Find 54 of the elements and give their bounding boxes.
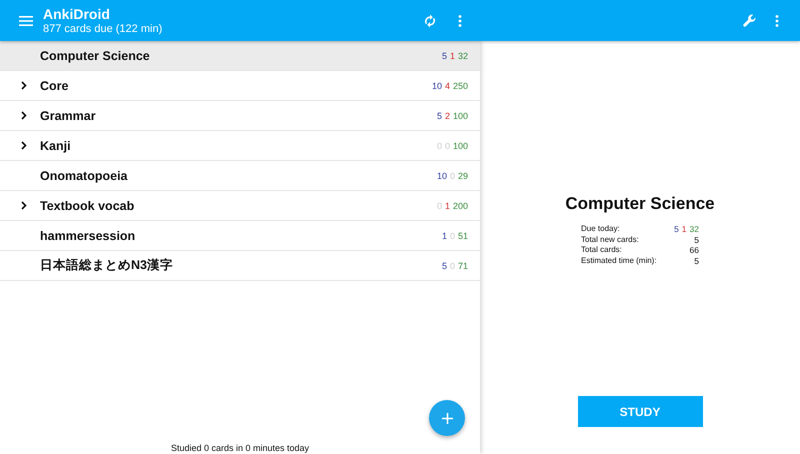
due-count: 10 bbox=[432, 80, 442, 90]
chevron-icon[interactable] bbox=[21, 201, 27, 210]
more-options-icon[interactable] bbox=[458, 14, 462, 26]
due-count: 5 bbox=[442, 50, 447, 60]
chevron-icon[interactable] bbox=[21, 141, 27, 150]
due-count: 1 bbox=[444, 200, 450, 210]
add-button[interactable] bbox=[429, 400, 465, 436]
chevron-icon[interactable] bbox=[21, 81, 27, 90]
menu-icon[interactable] bbox=[19, 14, 33, 26]
due-count: 2 bbox=[444, 110, 450, 120]
plus-icon[interactable] bbox=[442, 412, 452, 424]
due-count: 200 bbox=[452, 200, 468, 210]
deck-name: Textbook vocab bbox=[40, 198, 136, 212]
deck-name: hammersession bbox=[40, 228, 136, 242]
due-count: 1 bbox=[450, 50, 455, 60]
study-status-text: Studied 0 cards in 0 minutes today bbox=[170, 443, 310, 453]
stat-label: Due today: bbox=[581, 224, 621, 234]
due-count: 32 bbox=[690, 224, 699, 234]
app-title: AnkiDroid bbox=[43, 6, 111, 22]
due-count: 5 bbox=[674, 224, 679, 234]
stat-value: 5 bbox=[693, 234, 699, 245]
stat-label: Estimated time (min): bbox=[581, 256, 658, 266]
more-options-icon[interactable] bbox=[775, 14, 779, 26]
wrench-icon[interactable] bbox=[743, 14, 757, 28]
due-count: 71 bbox=[458, 260, 468, 270]
due-count: 1 bbox=[682, 224, 687, 234]
deck-name: Onomatopoeia bbox=[40, 168, 129, 182]
due-count: 250 bbox=[452, 80, 468, 90]
sync-icon[interactable] bbox=[424, 14, 436, 28]
deck-row[interactable]: Computer Science 5 1 32 bbox=[0, 41, 480, 71]
due-count: 5 bbox=[436, 110, 442, 120]
due-count: 5 bbox=[442, 260, 447, 270]
due-count: 100 bbox=[452, 110, 468, 120]
cards-due-subtitle: 877 cards due (122 min) bbox=[43, 22, 164, 36]
deck-title: Computer Science bbox=[565, 194, 715, 214]
due-count: 4 bbox=[444, 80, 450, 90]
deck-row[interactable]: Grammar 5 2 100 bbox=[0, 101, 480, 131]
stat-label: Total new cards: bbox=[581, 234, 640, 245]
due-count: 51 bbox=[458, 230, 468, 240]
chevron-icon[interactable] bbox=[21, 111, 27, 120]
deck-name: 日本語総まとめN3漢字 bbox=[40, 257, 174, 274]
deck-name: Core bbox=[40, 78, 70, 92]
deck-name: Grammar bbox=[40, 108, 97, 122]
deck-row[interactable]: Core 10 4 250 bbox=[0, 71, 480, 101]
due-count: 32 bbox=[458, 50, 468, 60]
due-count: 1 bbox=[442, 230, 447, 240]
stat-value: 5 bbox=[693, 256, 699, 266]
due-count: 100 bbox=[452, 140, 468, 150]
deck-name: Computer Science bbox=[40, 48, 151, 62]
due-count: 10 bbox=[436, 170, 447, 180]
stat-label: Total cards: bbox=[581, 245, 623, 256]
stat-value: 66 bbox=[688, 245, 699, 256]
due-count: 29 bbox=[458, 170, 468, 180]
deck-name: Kanji bbox=[40, 138, 72, 152]
